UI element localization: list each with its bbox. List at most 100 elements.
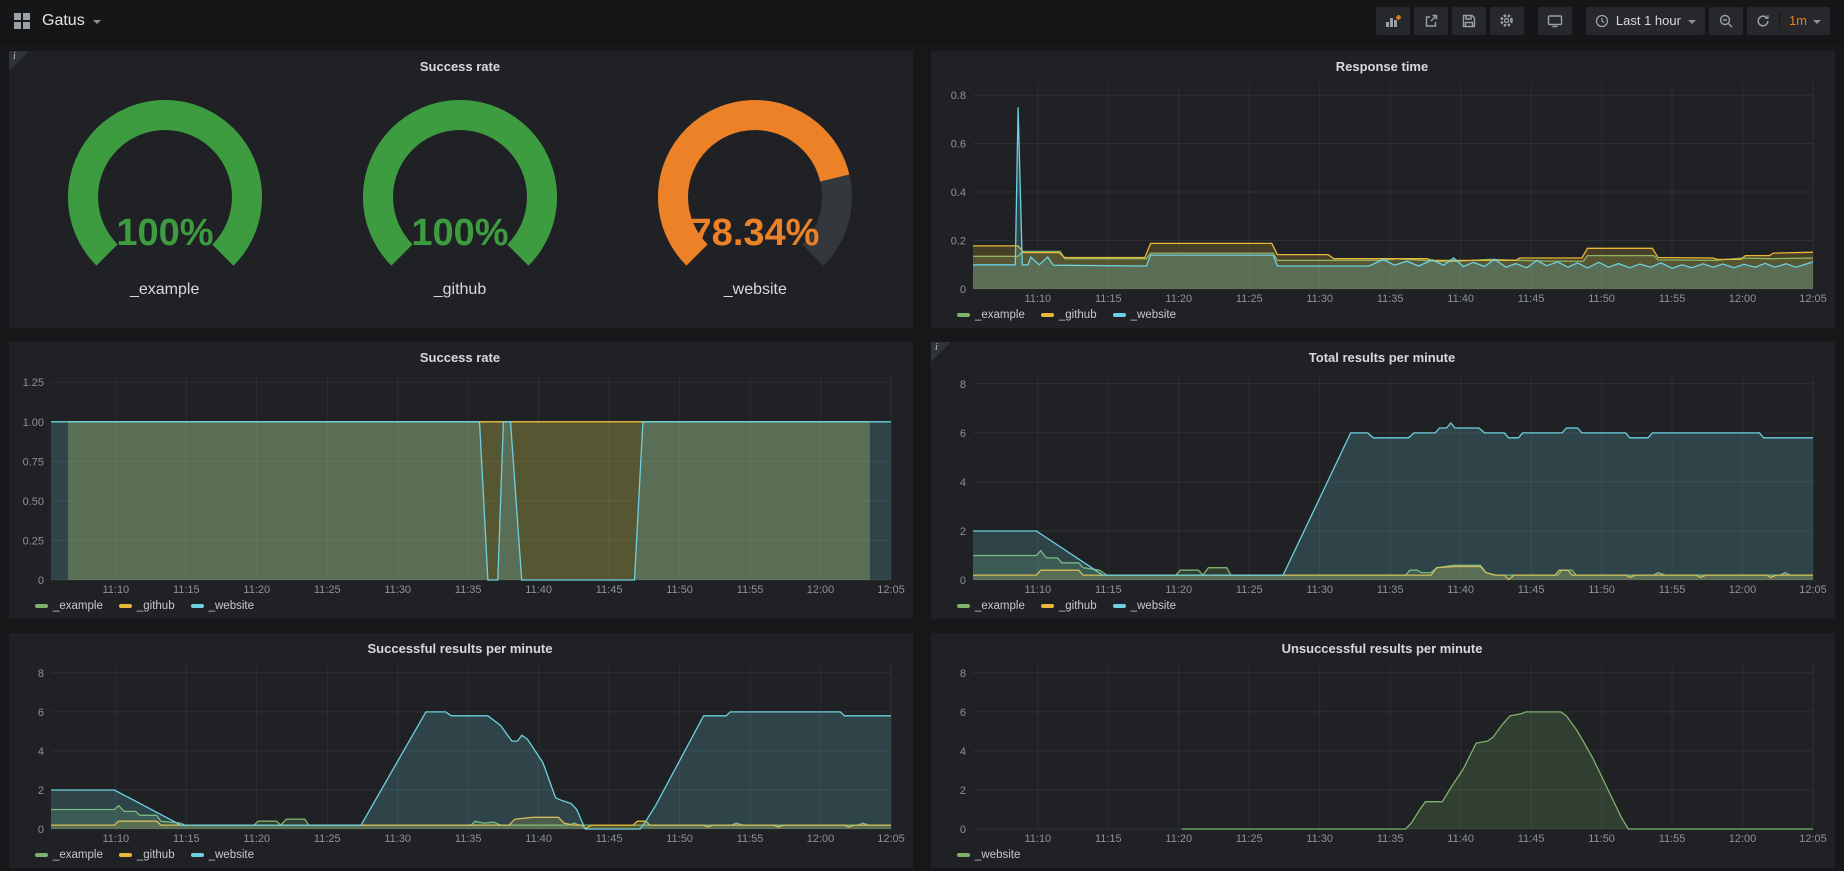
x-tick-label: 11:50 (1588, 833, 1615, 845)
x-tick-label: 11:40 (1447, 833, 1474, 845)
total-results-chart[interactable]: 11:1011:1511:2011:2511:3011:3511:4011:45… (939, 368, 1825, 596)
legend-swatch (191, 853, 204, 857)
successful-results-chart[interactable]: 11:1011:1511:2011:2511:3011:3511:4011:45… (17, 659, 903, 845)
legend-item-_github[interactable]: _github (119, 849, 175, 861)
x-tick-label: 11:50 (1588, 584, 1615, 596)
x-tick-label: 11:25 (314, 833, 341, 845)
share-button[interactable] (1414, 7, 1448, 35)
panel-unsuccessful-results: Unsuccessful results per minute 11:1011:… (930, 632, 1836, 869)
zoom-out-button[interactable] (1709, 7, 1743, 35)
success-rate-chart[interactable]: 11:1011:1511:2011:2511:3011:3511:4011:45… (17, 368, 903, 596)
legend-item-_github[interactable]: _github (1041, 600, 1097, 612)
gauge-value-text: 78.34% (691, 212, 820, 254)
gauge-value-text: 100% (116, 212, 213, 254)
x-tick-label: 11:30 (1306, 584, 1333, 596)
gauge-_github: 100%_github (334, 101, 586, 299)
y-tick-label: 0.50 (23, 496, 44, 508)
series-fill-_website (51, 422, 891, 580)
add-panel-button[interactable] (1376, 7, 1410, 35)
x-tick-label: 11:40 (525, 833, 552, 845)
y-tick-label: 0 (38, 575, 44, 587)
panel-title[interactable]: Successful results per minute (17, 636, 903, 659)
x-tick-label: 11:20 (243, 584, 270, 596)
legend-label: _website (1131, 600, 1176, 612)
legend-swatch (191, 604, 204, 608)
legend-label: _example (975, 600, 1025, 612)
x-tick-label: 11:30 (1306, 293, 1333, 305)
x-tick-label: 12:05 (1799, 833, 1827, 845)
x-tick-label: 11:15 (1095, 293, 1122, 305)
panel-title[interactable]: Success rate (17, 345, 903, 368)
x-tick-label: 11:35 (1377, 833, 1404, 845)
y-tick-label: 0 (960, 575, 966, 587)
y-tick-label: 4 (960, 746, 966, 758)
legend-item-_website[interactable]: _website (191, 600, 254, 612)
panel-info-icon[interactable]: i (931, 342, 951, 362)
legend-item-_example[interactable]: _example (957, 600, 1025, 612)
tv-mode-button[interactable] (1538, 7, 1572, 35)
refresh-button[interactable] (1747, 7, 1779, 35)
legend-item-_website[interactable]: _website (191, 849, 254, 861)
monitor-icon (1547, 14, 1563, 28)
y-tick-label: 6 (960, 707, 966, 719)
legend-item-_example[interactable]: _example (35, 600, 103, 612)
gauge-group: 100% _example 100%_github 78.34% _website (17, 77, 903, 325)
panel-info-icon[interactable]: i (9, 51, 29, 71)
gauge-label: _website (724, 281, 787, 299)
unsuccessful-results-chart[interactable]: 11:1011:1511:2011:2511:3011:3511:4011:45… (939, 659, 1825, 845)
gauge-_example: 100% _example (39, 101, 291, 299)
panel-total-results: i Total results per minute 11:1011:1511:… (930, 341, 1836, 620)
x-tick-label: 11:35 (455, 584, 482, 596)
legend-item-_github[interactable]: _github (1041, 309, 1097, 321)
y-tick-label: 0 (960, 824, 966, 836)
x-tick-label: 11:25 (1236, 584, 1263, 596)
caret-down-icon (1813, 20, 1821, 24)
legend-label: _example (975, 309, 1025, 321)
add-panel-icon (1385, 14, 1401, 28)
save-button[interactable] (1452, 7, 1486, 35)
panel-title[interactable]: Success rate (17, 54, 903, 77)
legend-label: _website (1131, 309, 1176, 321)
navbar-left: Gatus (14, 12, 101, 30)
y-tick-label: 0.4 (951, 187, 966, 199)
legend-swatch (1041, 604, 1054, 608)
caret-down-icon (1688, 20, 1696, 24)
time-range-picker[interactable]: Last 1 hour (1586, 7, 1705, 35)
x-tick-label: 12:00 (1729, 833, 1757, 845)
panel-title[interactable]: Response time (939, 54, 1825, 77)
x-tick-label: 11:10 (102, 833, 129, 845)
y-tick-label: 0 (960, 284, 966, 296)
legend-item-_example[interactable]: _example (35, 849, 103, 861)
dashboard-grid-icon[interactable] (14, 13, 30, 29)
legend-item-_github[interactable]: _github (119, 600, 175, 612)
settings-button[interactable] (1490, 7, 1524, 35)
x-tick-label: 11:55 (1659, 293, 1686, 305)
x-tick-label: 11:25 (1236, 293, 1263, 305)
legend: _example _github _website (939, 305, 1825, 325)
response-time-chart[interactable]: 11:1011:1511:2011:2511:3011:3511:4011:45… (939, 77, 1825, 305)
x-tick-label: 12:05 (877, 584, 905, 596)
legend-swatch (35, 853, 48, 857)
x-tick-label: 11:40 (1447, 293, 1474, 305)
gauge-label: _example (130, 281, 199, 299)
legend-item-_website[interactable]: _website (1113, 309, 1176, 321)
panel-title[interactable]: Unsuccessful results per minute (939, 636, 1825, 659)
legend-item-_example[interactable]: _example (957, 309, 1025, 321)
dashboard-title-dropdown[interactable]: Gatus (42, 12, 101, 30)
series-fill-_website (51, 712, 891, 829)
legend-swatch (1041, 313, 1054, 317)
gauge-_website: 78.34% _website (629, 101, 881, 299)
panel-title[interactable]: Total results per minute (939, 345, 1825, 368)
y-tick-label: 0.2 (951, 236, 966, 248)
navbar: Gatus (0, 0, 1844, 42)
legend-item-_website[interactable]: _website (1113, 600, 1176, 612)
series-line-_github (973, 243, 1813, 260)
refresh-interval-dropdown[interactable]: 1m (1780, 7, 1830, 35)
x-tick-label: 11:10 (1024, 584, 1051, 596)
y-tick-label: 2 (960, 785, 966, 797)
series-fill-_website (973, 423, 1813, 580)
x-tick-label: 11:55 (1659, 833, 1686, 845)
legend-item-_website[interactable]: _website (957, 849, 1020, 861)
refresh-icon (1756, 14, 1770, 28)
y-tick-label: 6 (960, 428, 966, 440)
